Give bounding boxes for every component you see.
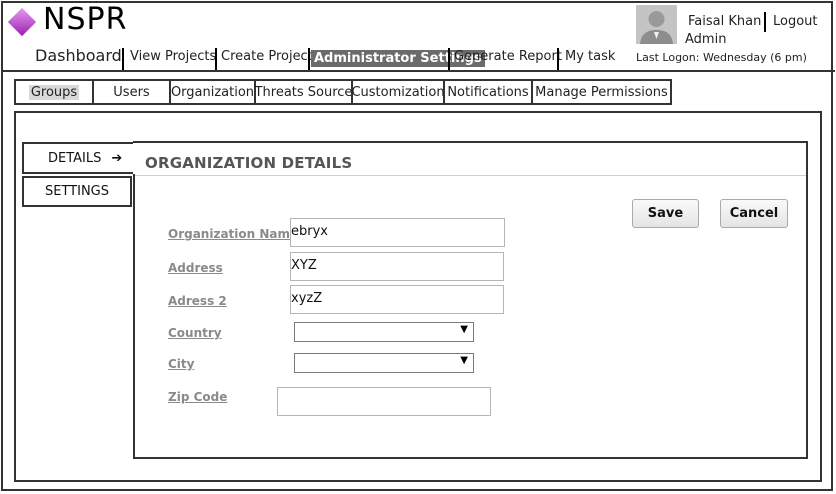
tab-threats-source[interactable]: Threats Source: [254, 79, 352, 105]
address-2-label: Adress 2: [168, 294, 227, 308]
tab-label: Groups: [28, 84, 80, 100]
city-label: City: [168, 357, 195, 371]
nav-create-project[interactable]: Create Project: [219, 49, 315, 64]
country-select[interactable]: ▼: [294, 322, 474, 342]
arrow-right-icon: ➔: [111, 150, 123, 166]
dropdown-arrow-icon: ▼: [460, 355, 468, 366]
country-label: Country: [168, 326, 222, 340]
zip-code-field[interactable]: [277, 387, 491, 416]
save-button[interactable]: Save: [632, 199, 699, 228]
side-item-label: DETAILS: [48, 150, 102, 166]
user-role: Admin: [685, 32, 727, 47]
last-logon-text: Last Logon: Wednesday (6 pm): [636, 51, 807, 64]
panel-title-divider: [135, 175, 806, 176]
organization-name-field[interactable]: ebryx: [290, 218, 505, 247]
nav-separator: [308, 48, 310, 70]
nav-separator: [448, 48, 450, 70]
panel-tab-join: [133, 143, 135, 174]
address-field[interactable]: XYZ: [290, 252, 504, 281]
tab-organization[interactable]: Organization: [169, 79, 254, 105]
user-avatar-icon: [636, 5, 677, 44]
side-item-details[interactable]: DETAILS ➔: [22, 142, 134, 174]
panel-title: ORGANIZATION DETAILS: [145, 154, 353, 172]
settings-tabbar: Groups Users Organization Threats Source…: [14, 79, 672, 105]
avatar: [636, 5, 677, 44]
address-label: Address: [168, 261, 223, 275]
tab-users[interactable]: Users: [92, 79, 169, 105]
nav-separator: [122, 48, 124, 70]
city-select[interactable]: ▼: [294, 353, 474, 373]
nav-my-task[interactable]: My task: [563, 49, 617, 64]
cancel-button[interactable]: Cancel: [720, 199, 788, 228]
logout-link[interactable]: Logout: [773, 14, 818, 29]
app-logo: NSPR: [43, 2, 128, 37]
nav-dashboard[interactable]: Dashboard: [33, 46, 124, 65]
organization-name-label: Organization Name: [168, 227, 299, 241]
user-name: Faisal Khan: [688, 14, 762, 29]
tab-customization[interactable]: Customization: [351, 79, 445, 105]
tab-manage-permissions[interactable]: Manage Permissions: [531, 79, 672, 105]
zip-code-label: Zip Code: [168, 390, 228, 404]
side-item-settings[interactable]: SETTINGS: [22, 176, 132, 207]
header-divider: [1, 70, 835, 72]
tab-groups[interactable]: Groups: [14, 79, 92, 105]
nav-generate-report[interactable]: Generate Report: [452, 49, 564, 64]
dropdown-arrow-icon: ▼: [460, 324, 468, 335]
address-2-field[interactable]: xyzZ: [290, 285, 504, 314]
nav-separator: [215, 48, 217, 70]
nav-separator: [557, 48, 559, 70]
tab-notifications[interactable]: Notifications: [443, 79, 531, 105]
user-separator: [764, 12, 766, 32]
nav-view-projects[interactable]: View Projects: [128, 49, 218, 64]
